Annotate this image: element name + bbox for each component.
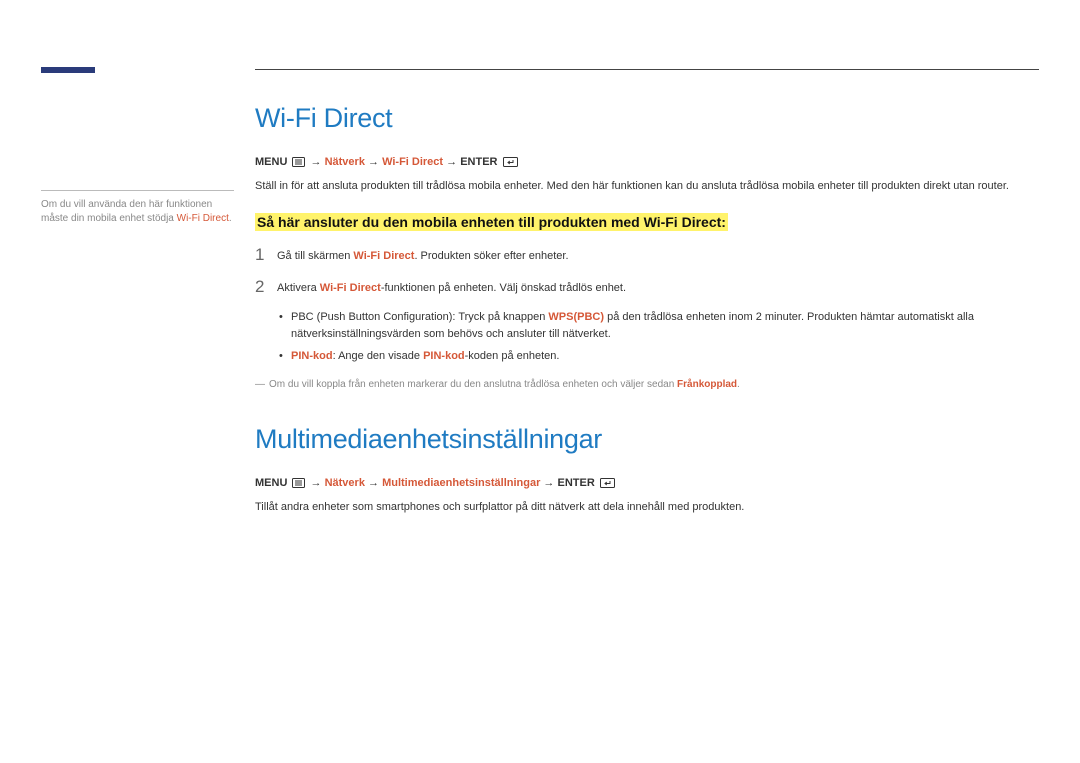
arrow: → [365, 477, 382, 489]
list-item: PBC (Push Button Configuration): Tryck p… [277, 309, 1039, 342]
fn-post: . [737, 379, 740, 390]
main-content: Wi-Fi Direct MENU → Nätverk → Wi-Fi Dire… [255, 103, 1039, 533]
b2-red1: PIN-kod [291, 350, 333, 362]
menu-label: MENU [255, 477, 287, 489]
path-natverk: Nätverk [325, 156, 365, 168]
step-number: 2 [255, 277, 277, 297]
top-rule [255, 69, 1039, 70]
arrow: → [443, 156, 460, 168]
step-number: 1 [255, 245, 277, 265]
sidebar-rule [41, 190, 234, 191]
fn-red: Frånkopplad [677, 379, 737, 390]
step2-post: -funktionen på enheten. Välj önskad tråd… [381, 282, 626, 294]
enter-icon [503, 156, 518, 168]
heading-wifidirect: Wi-Fi Direct [255, 103, 1039, 134]
sidebar-note: Om du vill använda den här funktionen må… [41, 198, 234, 226]
menu-label: MENU [255, 156, 287, 168]
step-text: Gå till skärmen Wi-Fi Direct. Produkten … [277, 245, 569, 265]
path-wifidirect: Wi-Fi Direct [382, 156, 443, 168]
menu-icon [292, 477, 305, 489]
step1-post: . Produkten söker efter enheter. [414, 250, 568, 262]
b2-post: -koden på enheten. [465, 350, 560, 362]
intro-para-2: Tillåt andra enheter som smartphones och… [255, 499, 1039, 516]
intro-para-1: Ställ in för att ansluta produkten till … [255, 178, 1039, 195]
b1-pre: PBC (Push Button Configuration): Tryck p… [291, 311, 548, 323]
enter-label: ENTER [558, 477, 595, 489]
step2-pre: Aktivera [277, 282, 320, 294]
step2-red: Wi-Fi Direct [320, 282, 381, 294]
menu-path-1: MENU → Nätverk → Wi-Fi Direct → ENTER [255, 156, 1039, 168]
b1-red: WPS(PBC) [548, 311, 604, 323]
arrow: → [365, 156, 382, 168]
arrow: → [540, 477, 557, 489]
b2-red2: PIN-kod [423, 350, 465, 362]
footnote-dash: ― [255, 379, 265, 390]
section-multimedia: Multimediaenhetsinställningar MENU → Nät… [255, 424, 1039, 516]
arrow: → [311, 156, 325, 168]
arrow: → [311, 477, 325, 489]
enter-label: ENTER [460, 156, 497, 168]
step-1: 1 Gå till skärmen Wi-Fi Direct. Produkte… [255, 245, 1039, 265]
subheading-highlight: Så här ansluter du den mobila enheten ti… [255, 213, 728, 231]
step1-red: Wi-Fi Direct [353, 250, 414, 262]
menu-path-2: MENU → Nätverk → Multimediaenhetsinställ… [255, 477, 1039, 489]
heading-multimedia: Multimediaenhetsinställningar [255, 424, 1039, 455]
b2-mid: : Ange den visade [333, 350, 424, 362]
step1-pre: Gå till skärmen [277, 250, 353, 262]
sidebar-note-post: . [229, 213, 232, 224]
path-multi: Multimediaenhetsinställningar [382, 477, 540, 489]
path-natverk: Nätverk [325, 477, 365, 489]
bullet-list: PBC (Push Button Configuration): Tryck p… [277, 309, 1039, 365]
step-text: Aktivera Wi-Fi Direct-funktionen på enhe… [277, 277, 626, 297]
chapter-color-tab [41, 67, 95, 73]
footnote: ― Om du vill koppla från enheten markerar… [255, 377, 1039, 392]
step-2: 2 Aktivera Wi-Fi Direct-funktionen på en… [255, 277, 1039, 297]
menu-icon [292, 156, 305, 168]
fn-pre: Om du vill koppla från enheten markerar … [269, 379, 677, 390]
enter-icon [600, 477, 615, 489]
sidebar-note-red: Wi-Fi Direct [177, 213, 229, 224]
list-item: PIN-kod: Ange den visade PIN-kod-koden p… [277, 348, 1039, 365]
